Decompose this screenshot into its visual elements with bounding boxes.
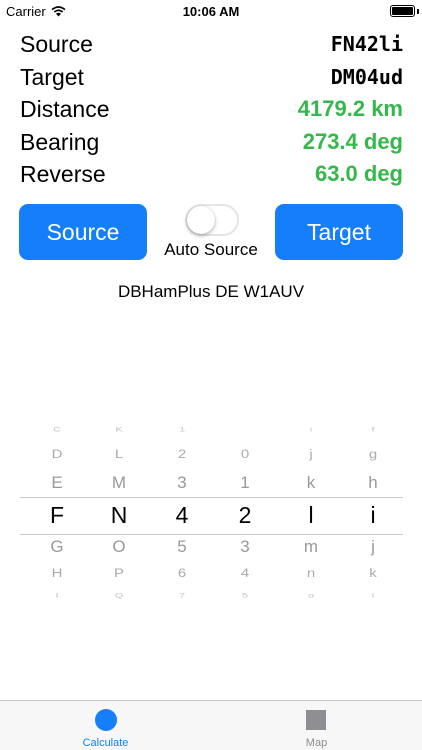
picker-value: G: [50, 537, 64, 556]
picker-value: 6: [177, 566, 187, 581]
picker-value: k: [369, 566, 377, 581]
picker-value: f: [371, 426, 375, 434]
source-value: FN42li: [330, 32, 403, 56]
picker-selected-value: 2: [238, 502, 252, 528]
picker-value: l: [371, 592, 375, 600]
tab-bar: Calculate Map: [0, 700, 422, 750]
picker-column-2[interactable]: K LMNOP Q: [99, 420, 139, 610]
picker-value: L: [114, 447, 124, 462]
picker-column-4[interactable]: 0 1 2 3 4 5: [225, 420, 265, 610]
picker-value: 1: [178, 426, 186, 434]
circle-icon: [95, 709, 117, 731]
picker-value: I: [55, 592, 59, 600]
reverse-value: 63.0 deg: [314, 161, 403, 186]
tab-calculate[interactable]: Calculate: [0, 701, 211, 750]
reverse-label: Reverse: [20, 160, 106, 187]
distance-value: 4179.2 km: [297, 96, 403, 121]
picker-value: D: [51, 447, 63, 462]
picker-value: M: [111, 473, 127, 492]
info-row-bearing: Bearing 273.4 deg: [20, 126, 403, 158]
square-icon: [306, 710, 326, 730]
picker-column-3[interactable]: 1 2 3 4 5 6 7: [162, 420, 202, 610]
picker-column-6[interactable]: f ghijk l: [353, 420, 393, 610]
picker-selected-value: F: [49, 502, 65, 528]
picker-value: 0: [240, 447, 250, 462]
picker-value: E: [51, 473, 63, 492]
grid-locator-picker[interactable]: CDEFGHIKLMNOPQ1234567012345ijklmnofghijk…: [0, 420, 422, 610]
picker-selection-bottom-line: [20, 534, 403, 535]
source-button[interactable]: Source: [19, 204, 147, 260]
credit-text: DBHamPlus DE W1AUV: [117, 282, 305, 301]
picker-value: 4: [240, 566, 250, 581]
picker-value: i: [309, 426, 313, 434]
status-bar: Carrier 10:06 AM: [0, 0, 422, 22]
tab-map[interactable]: Map: [211, 701, 422, 750]
auto-source-label: Auto Source: [164, 240, 258, 259]
picker-value: K: [115, 426, 123, 434]
info-row-source: Source FN42li: [20, 28, 403, 60]
picker-value: 3: [177, 473, 187, 492]
picker-value: j: [309, 447, 313, 462]
target-value: DM04ud: [330, 65, 403, 89]
picker-value: O: [112, 537, 126, 556]
picker-value: C: [53, 426, 61, 434]
picker-value: n: [306, 566, 316, 581]
picker-selection-top-line: [20, 497, 403, 498]
target-button[interactable]: Target: [275, 204, 403, 260]
picker-selected-value: l: [308, 502, 314, 528]
distance-label: Distance: [20, 95, 110, 122]
picker-selected-value: N: [110, 502, 128, 528]
picker-value: Q: [114, 592, 124, 600]
battery-icon: [390, 5, 415, 17]
picker-column-1[interactable]: C DEFGH I: [37, 420, 77, 610]
picker-value: H: [51, 566, 63, 581]
picker-selected-value: 4: [175, 502, 189, 528]
status-time: 10:06 AM: [182, 4, 240, 19]
picker-value: 5: [241, 592, 249, 600]
info-row-reverse: Reverse 63.0 deg: [20, 158, 403, 190]
toggle-knob: [187, 206, 215, 234]
picker-value: g: [368, 447, 378, 462]
info-row-target: Target DM04ud: [20, 61, 403, 93]
picker-value: 1: [240, 473, 250, 492]
info-row-distance: Distance 4179.2 km: [20, 93, 403, 125]
bearing-value: 273.4 deg: [302, 129, 403, 154]
picker-value: 5: [177, 537, 187, 556]
tab-map-label: Map: [305, 737, 328, 749]
auto-source-toggle[interactable]: [185, 204, 239, 236]
bearing-label: Bearing: [20, 128, 100, 155]
picker-value: o: [307, 592, 315, 600]
picker-value: h: [368, 473, 378, 492]
battery-nub: [417, 9, 419, 14]
picker-value: 3: [240, 537, 250, 556]
picker-value: 2: [177, 447, 187, 462]
picker-selected-value: i: [370, 502, 376, 528]
picker-value: m: [303, 537, 319, 556]
target-label: Target: [20, 63, 84, 90]
picker-value: k: [306, 473, 316, 492]
picker-value: 7: [178, 592, 186, 600]
picker-value: j: [371, 537, 375, 556]
source-label: Source: [20, 30, 93, 57]
tab-calculate-label: Calculate: [82, 737, 129, 749]
picker-value: P: [113, 566, 124, 581]
picker-column-5[interactable]: i jklmn o: [291, 420, 331, 610]
